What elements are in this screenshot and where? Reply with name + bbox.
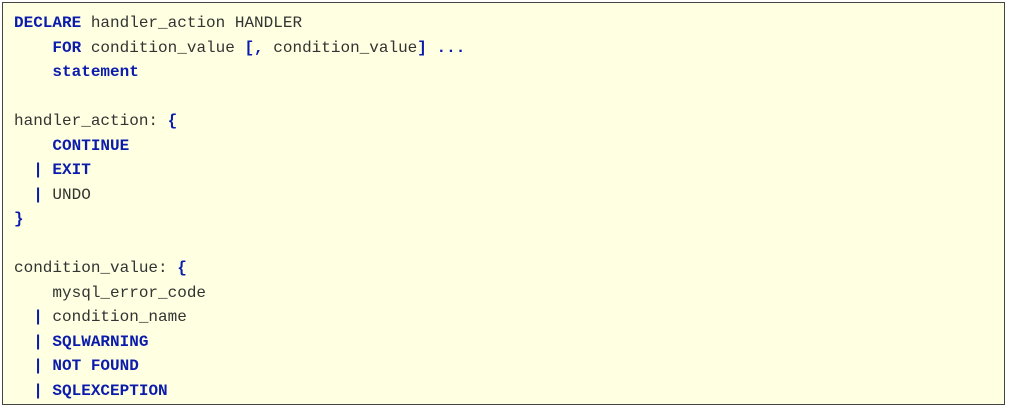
code-keyword: SQLEXCEPTION [52,381,168,400]
code-line: } [14,207,465,232]
code-keyword: } [14,210,24,228]
code-text: condition_value: [14,259,178,277]
code-keyword: FOR [52,38,82,57]
code-keyword: | [33,357,43,375]
code-keyword: ... [436,38,466,57]
code-line: | SQLEXCEPTION [14,379,465,404]
code-keyword: { [167,112,178,130]
code-line: mysql_error_code [14,281,465,306]
code-text: mysql_error_code [14,283,207,302]
code-keyword: | [33,308,43,326]
code-keyword: | [33,185,43,204]
code-keyword: | [33,381,43,400]
code-line: FOR condition_value [, condition_value] … [14,36,465,61]
code-line: handler_action: { [14,109,465,134]
code-text: UNDO [42,185,91,204]
code-keyword: statement [52,63,139,81]
code-line: | UNDO [14,183,465,208]
code-line: CONTINUE [14,134,465,159]
code-line: | condition_name [14,305,465,330]
code-line: | SQLWARNING [14,330,465,355]
code-line: statement [14,60,465,85]
code-text: handler_action: [14,112,168,130]
code-keyword: CONTINUE [52,136,130,155]
code-keyword: | [33,332,43,351]
code-keyword: | [33,161,43,179]
code-keyword: [, [244,38,264,57]
code-text: handler_action HANDLER [81,14,303,32]
code-lines: DECLARE handler_action HANDLER FOR condi… [14,11,465,403]
code-text: condition_name [42,308,187,326]
code-text: condition_value [263,38,418,57]
code-block: DECLARE handler_action HANDLER FOR condi… [2,2,1005,405]
code-keyword: ] [417,38,427,57]
code-text: condition_value [81,38,245,57]
code-keyword: EXIT [52,161,91,179]
code-line: DECLARE handler_action HANDLER [14,11,465,36]
code-line: | NOT FOUND [14,354,465,379]
code-keyword: NOT FOUND [52,357,139,375]
code-keyword: { [177,259,187,277]
code-line: ​ [14,232,465,257]
code-keyword: DECLARE [14,14,82,32]
code-keyword: SQLWARNING [52,332,149,351]
code-line: | EXIT [14,158,465,183]
code-line: condition_value: { [14,256,465,281]
code-line: ​ [14,85,465,110]
